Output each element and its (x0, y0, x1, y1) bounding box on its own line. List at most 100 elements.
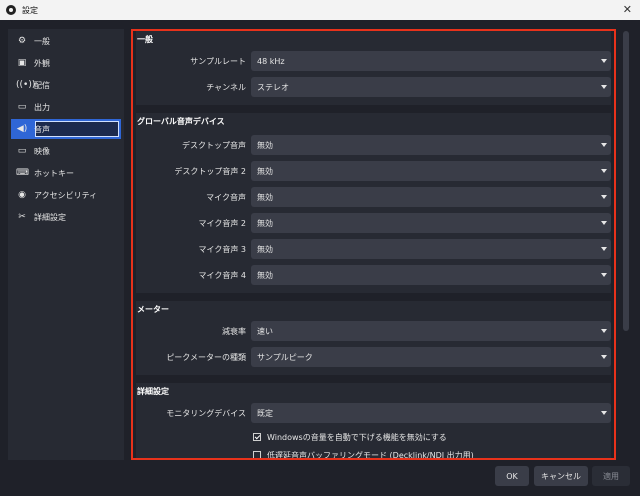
mic-audio-select[interactable]: 無効 (251, 187, 611, 207)
monitor-icon: ▭ (17, 146, 27, 156)
device-label: マイク音声 2 (198, 219, 246, 228)
advanced-group: 詳細設定 モニタリングデバイス 既定 Windowsの音量を自動で下げる機能を無… (136, 383, 611, 460)
apply-button[interactable]: 適用 (592, 466, 630, 486)
group-title: 詳細設定 (137, 387, 169, 396)
chevron-down-icon (601, 169, 607, 173)
sidebar-item-general[interactable]: ⚙ 一般 (11, 31, 121, 51)
peak-meter-type-label: ピークメーターの種類 (166, 353, 246, 362)
sidebar-item-label: 映像 (34, 146, 50, 156)
group-title: グローバル音声デバイス (137, 117, 225, 126)
desktop-audio-select[interactable]: 無効 (251, 135, 611, 155)
sidebar-item-label: アクセシビリティ (34, 190, 98, 200)
accessibility-icon: ◉ (18, 190, 26, 200)
checkbox-unchecked-icon[interactable] (253, 451, 261, 458)
sample-rate-label: サンプルレート (190, 57, 246, 66)
settings-sidebar: ⚙ 一般 ▣ 外観 ((•)) 配信 ▭ 出力 ◀) 音声 ▭ 映像 ⌨ ホット… (8, 29, 124, 460)
sidebar-item-label: 出力 (34, 102, 50, 112)
peak-meter-type-select[interactable]: サンプルピーク (251, 347, 611, 367)
select-value: 速い (257, 326, 273, 336)
sidebar-item-output[interactable]: ▭ 出力 (11, 97, 121, 117)
chevron-down-icon (601, 85, 607, 89)
speaker-icon: ◀) (16, 124, 28, 134)
decay-rate-row: 減衰率 速い (136, 321, 611, 341)
sidebar-item-stream[interactable]: ((•)) 配信 (11, 75, 121, 95)
cancel-button[interactable]: キャンセル (534, 466, 588, 486)
sidebar-item-accessibility[interactable]: ◉ アクセシビリティ (11, 185, 121, 205)
sidebar-item-label: ホットキー (34, 168, 74, 178)
select-value: 無効 (257, 218, 273, 228)
broadcast-icon: ((•)) (16, 80, 36, 90)
sidebar-item-video[interactable]: ▭ 映像 (11, 141, 121, 161)
sidebar-item-appearance[interactable]: ▣ 外観 (11, 53, 121, 73)
chevron-down-icon (601, 143, 607, 147)
chevron-down-icon (601, 247, 607, 251)
checkbox-checked-icon[interactable] (253, 433, 261, 441)
sidebar-item-hotkeys[interactable]: ⌨ ホットキー (11, 163, 121, 183)
select-value: 既定 (257, 408, 273, 418)
select-value: 無効 (257, 140, 273, 150)
mic-audio-3-select[interactable]: 無効 (251, 239, 611, 259)
scrollbar-thumb[interactable] (623, 31, 629, 331)
audio-settings-panel: 一般 サンプルレート 48 kHz チャンネル ステレオ グローバル音声デバイス… (131, 29, 616, 460)
desktop-audio-row: デスクトップ音声 無効 (136, 135, 611, 155)
checkbox-label: 低遅延音声バッファリングモード (Decklink/NDI 出力用) (267, 450, 474, 460)
desktop-audio-2-select[interactable]: 無効 (251, 161, 611, 181)
appearance-icon: ▣ (17, 58, 27, 68)
close-icon[interactable]: ✕ (623, 3, 632, 16)
select-value: 48 kHz (257, 56, 285, 66)
group-title: 一般 (137, 35, 153, 44)
group-title: メーター (137, 305, 169, 314)
chevron-down-icon (601, 355, 607, 359)
monitoring-device-label: モニタリングデバイス (166, 409, 246, 418)
obs-logo-icon (6, 5, 16, 15)
vertical-scrollbar[interactable] (622, 29, 630, 460)
title-bar: 設定 ✕ (0, 0, 640, 20)
sidebar-item-label: 詳細設定 (34, 212, 66, 222)
monitoring-device-row: モニタリングデバイス 既定 (136, 403, 611, 423)
mic-audio-row: マイク音声 無効 (136, 187, 611, 207)
disable-ducking-checkbox[interactable]: Windowsの音量を自動で下げる機能を無効にする (253, 430, 447, 444)
window-title: 設定 (22, 5, 38, 15)
chevron-down-icon (601, 273, 607, 277)
tools-icon: ✂ (18, 212, 26, 222)
select-value: 無効 (257, 192, 273, 202)
gear-icon: ⚙ (17, 36, 27, 46)
device-label: デスクトップ音声 2 (174, 167, 246, 176)
peak-meter-type-row: ピークメーターの種類 サンプルピーク (136, 347, 611, 367)
sidebar-item-label: 音声 (34, 124, 50, 134)
device-label: マイク音声 4 (198, 271, 246, 280)
device-label: デスクトップ音声 (182, 141, 246, 150)
mic-audio-2-row: マイク音声 2 無効 (136, 213, 611, 233)
select-value: サンプルピーク (257, 352, 313, 362)
select-value: 無効 (257, 270, 273, 280)
global-audio-devices-group: グローバル音声デバイス デスクトップ音声 無効 デスクトップ音声 2 無効 マイ… (136, 113, 611, 293)
sidebar-item-label: 外観 (34, 58, 50, 68)
decay-rate-select[interactable]: 速い (251, 321, 611, 341)
mic-audio-3-row: マイク音声 3 無効 (136, 239, 611, 259)
monitoring-device-select[interactable]: 既定 (251, 403, 611, 423)
chevron-down-icon (601, 59, 607, 63)
sample-rate-select[interactable]: 48 kHz (251, 51, 611, 71)
sidebar-item-label: 配信 (34, 80, 50, 90)
channels-label: チャンネル (206, 83, 246, 92)
decay-rate-label: 減衰率 (222, 327, 246, 336)
mic-audio-2-select[interactable]: 無効 (251, 213, 611, 233)
chevron-down-icon (601, 195, 607, 199)
sidebar-item-advanced[interactable]: ✂ 詳細設定 (11, 207, 121, 227)
sidebar-item-label: 一般 (34, 36, 50, 46)
channels-select[interactable]: ステレオ (251, 77, 611, 97)
ok-button[interactable]: OK (495, 466, 529, 486)
select-value: 無効 (257, 244, 273, 254)
mic-audio-4-row: マイク音声 4 無効 (136, 265, 611, 285)
sidebar-item-audio[interactable]: ◀) 音声 (11, 119, 121, 139)
meters-group: メーター 減衰率 速い ピークメーターの種類 サンプルピーク (136, 301, 611, 375)
desktop-audio-2-row: デスクトップ音声 2 無効 (136, 161, 611, 181)
chevron-down-icon (601, 329, 607, 333)
device-label: マイク音声 (206, 193, 246, 202)
chevron-down-icon (601, 221, 607, 225)
low-latency-buffering-checkbox[interactable]: 低遅延音声バッファリングモード (Decklink/NDI 出力用) (253, 448, 474, 460)
mic-audio-4-select[interactable]: 無効 (251, 265, 611, 285)
general-group: 一般 サンプルレート 48 kHz チャンネル ステレオ (136, 31, 611, 105)
select-value: ステレオ (257, 82, 289, 92)
checkbox-label: Windowsの音量を自動で下げる機能を無効にする (267, 432, 447, 442)
